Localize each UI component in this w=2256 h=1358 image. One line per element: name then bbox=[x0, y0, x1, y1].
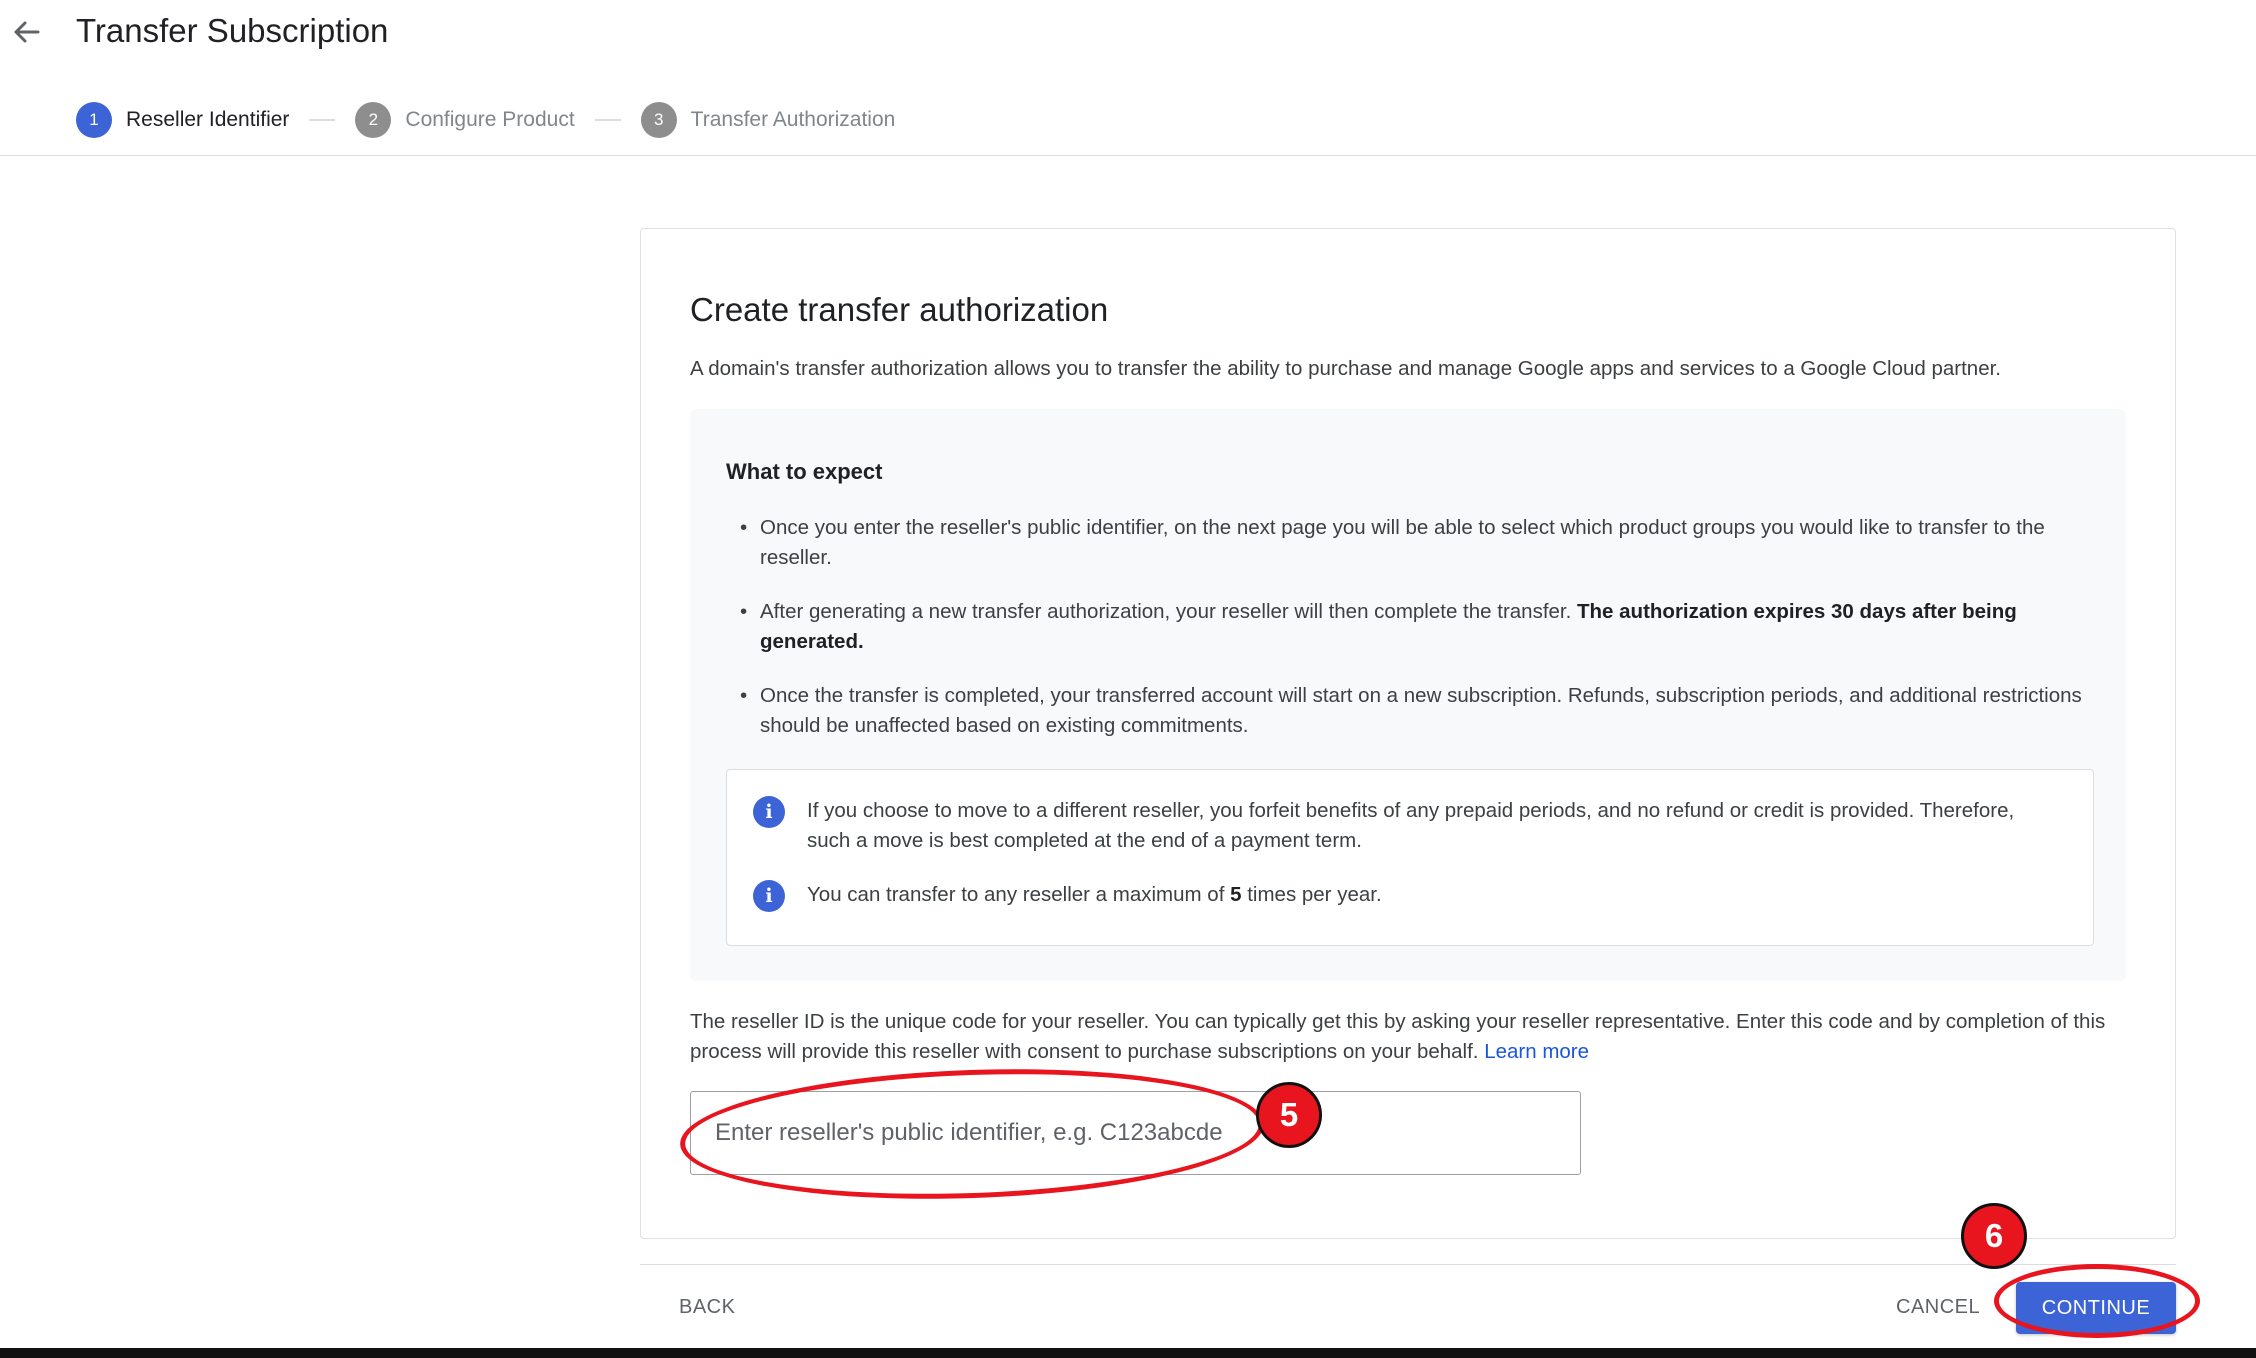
expect-bullet: Once you enter the reseller's public ide… bbox=[740, 513, 2090, 573]
info-text: You can transfer to any reseller a maxim… bbox=[807, 883, 1382, 906]
card-description: A domain's transfer authorization allows… bbox=[690, 357, 2001, 380]
info-row-max-transfers: i You can transfer to any reseller a max… bbox=[753, 880, 2053, 912]
info-text: If you choose to move to a different res… bbox=[807, 799, 2015, 852]
step-divider bbox=[309, 119, 336, 121]
expect-bullet: Once the transfer is completed, your tra… bbox=[740, 681, 2090, 741]
step-label: Configure Product bbox=[405, 108, 575, 131]
reseller-id-explanation: The reseller ID is the unique code for y… bbox=[690, 1010, 2106, 1063]
transfer-authorization-card: Create transfer authorization A domain's… bbox=[640, 228, 2176, 1239]
what-to-expect-panel: What to expect Once you enter the resell… bbox=[690, 409, 2126, 981]
step-divider bbox=[594, 119, 621, 121]
step-number-badge: 1 bbox=[76, 102, 112, 138]
bottom-edge-bar bbox=[0, 1348, 2256, 1358]
expect-bullet-list: Once you enter the reseller's public ide… bbox=[740, 513, 2090, 765]
step-configure-product: 2 Configure Product bbox=[355, 102, 575, 138]
step-transfer-authorization: 3 Transfer Authorization bbox=[640, 102, 896, 138]
step-number-badge: 3 bbox=[640, 102, 677, 138]
info-row-forfeit: i If you choose to move to a different r… bbox=[753, 796, 2053, 856]
step-label: Transfer Authorization bbox=[690, 108, 896, 131]
page-title: Transfer Subscription bbox=[76, 12, 389, 49]
header-divider bbox=[0, 155, 2256, 156]
expect-bullet: After generating a new transfer authoriz… bbox=[740, 597, 2090, 657]
stepper: 1 Reseller Identifier 2 Configure Produc… bbox=[76, 101, 895, 139]
info-icon: i bbox=[753, 880, 785, 912]
card-title: Create transfer authorization bbox=[690, 291, 1109, 328]
back-arrow-icon[interactable] bbox=[8, 14, 52, 50]
learn-more-link[interactable]: Learn more bbox=[1484, 1040, 1589, 1063]
what-to-expect-title: What to expect bbox=[726, 459, 883, 484]
info-notice-box: i If you choose to move to a different r… bbox=[726, 769, 2094, 946]
step-number-badge: 2 bbox=[355, 102, 392, 138]
step-label: Reseller Identifier bbox=[126, 108, 290, 131]
footer-divider bbox=[640, 1264, 2176, 1265]
step-reseller-identifier: 1 Reseller Identifier bbox=[76, 102, 289, 138]
info-icon: i bbox=[753, 796, 785, 828]
back-button[interactable]: BACK bbox=[679, 1296, 735, 1319]
continue-button[interactable]: CONTINUE bbox=[2016, 1282, 2176, 1334]
reseller-identifier-input[interactable] bbox=[690, 1091, 1581, 1175]
cancel-button[interactable]: CANCEL bbox=[1896, 1296, 1980, 1319]
